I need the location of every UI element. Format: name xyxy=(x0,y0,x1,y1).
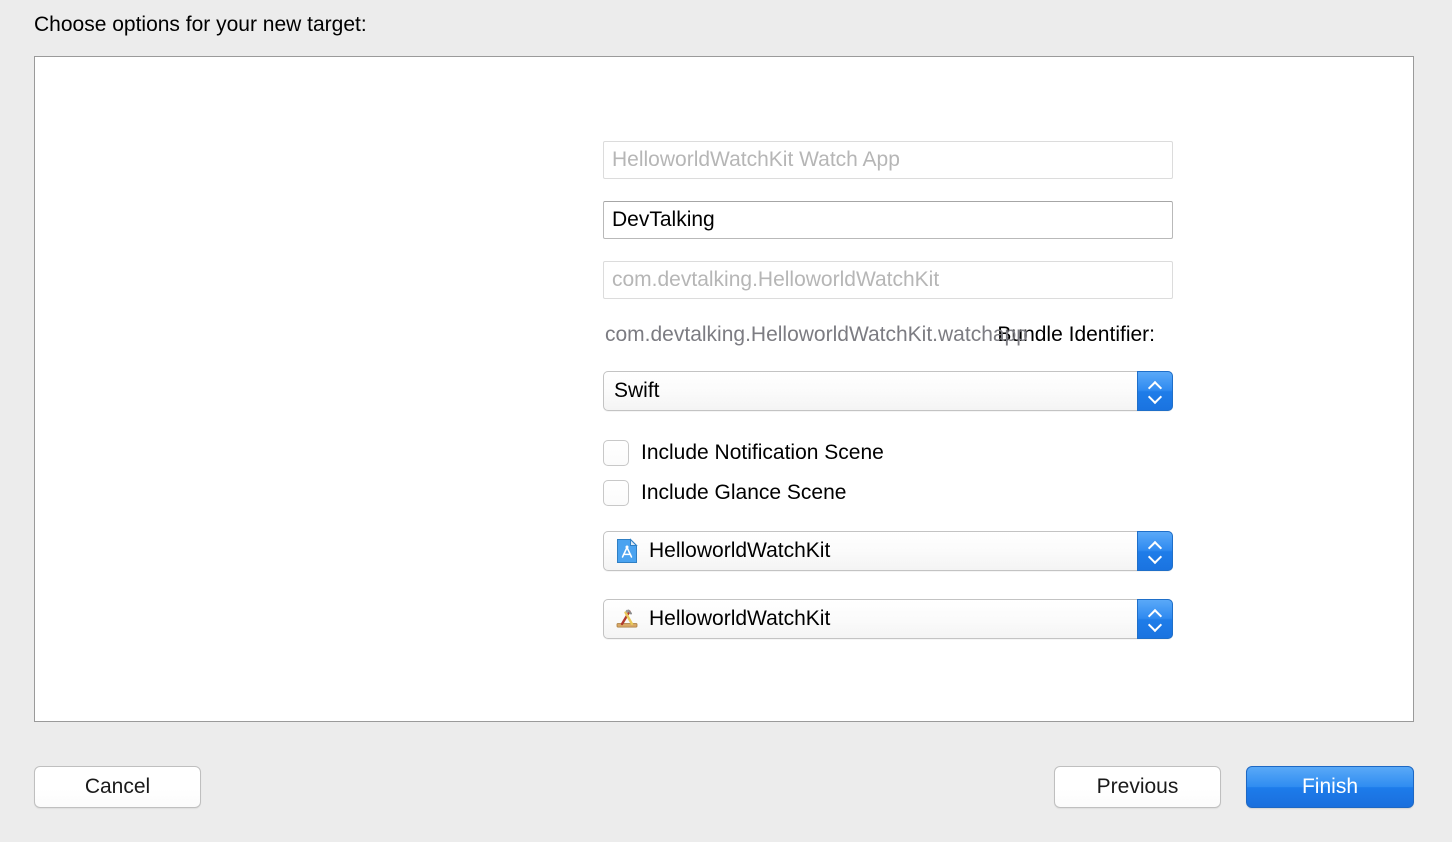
embed-in-application-selected-value: HelloworldWatchKit xyxy=(649,607,831,630)
include-glance-scene-checkbox[interactable] xyxy=(603,480,629,506)
project-stepper-arrows[interactable] xyxy=(1137,531,1173,571)
embed-in-application-select[interactable]: HelloworldWatchKit xyxy=(603,599,1173,639)
project-selected-value: HelloworldWatchKit xyxy=(649,539,831,562)
include-notification-scene-label: Include Notification Scene xyxy=(641,441,884,464)
language-select[interactable]: Swift xyxy=(603,371,1173,411)
chevron-up-icon xyxy=(1149,382,1162,390)
xcode-app-target-icon xyxy=(616,609,638,628)
project-selected-value-wrap: HelloworldWatchKit xyxy=(604,538,830,564)
row-bundle-identifier: Bundle Identifier: com.devtalking.Hellow… xyxy=(35,315,1173,355)
include-glance-scene-label: Include Glance Scene xyxy=(641,481,847,504)
include-glance-scene-row[interactable]: Include Glance Scene xyxy=(603,477,846,509)
embed-selected-value-wrap: HelloworldWatchKit xyxy=(604,606,830,632)
options-panel: Product Name: HelloworldWatchKit Watch A… xyxy=(34,56,1414,722)
language-selected-value: Swift xyxy=(614,379,660,402)
chevron-up-icon xyxy=(1149,610,1162,618)
language-stepper-arrows[interactable] xyxy=(1137,371,1173,411)
previous-button[interactable]: Previous xyxy=(1054,766,1221,808)
row-product-name: Product Name: HelloworldWatchKit Watch A… xyxy=(35,140,1173,180)
project-select[interactable]: HelloworldWatchKit xyxy=(603,531,1173,571)
include-notification-scene-row[interactable]: Include Notification Scene xyxy=(603,437,884,469)
row-organization-name: Organization Name: DevTalking xyxy=(35,200,1173,240)
chevron-down-icon xyxy=(1149,621,1162,629)
organization-name-input[interactable]: DevTalking xyxy=(603,201,1173,239)
embed-stepper-arrows[interactable] xyxy=(1137,599,1173,639)
bundle-identifier-value: com.devtalking.HelloworldWatchKit.watcha… xyxy=(605,323,1028,346)
cancel-button[interactable]: Cancel xyxy=(34,766,201,808)
organization-identifier-input[interactable]: com.devtalking.HelloworldWatchKit xyxy=(603,261,1173,299)
finish-button[interactable]: Finish xyxy=(1246,766,1414,808)
chevron-down-icon xyxy=(1149,393,1162,401)
page-title: Choose options for your new target: xyxy=(34,13,367,36)
include-notification-scene-checkbox[interactable] xyxy=(603,440,629,466)
row-embed-in-application: Embed in Application: HelloworldWatchKit xyxy=(35,599,1173,639)
chevron-up-icon xyxy=(1149,542,1162,550)
row-organization-identifier: Organization Identifier: com.devtalking.… xyxy=(35,260,1173,300)
row-project: Project: HelloworldWatchKit xyxy=(35,531,1173,571)
xcode-project-document-icon xyxy=(617,538,638,563)
product-name-input[interactable]: HelloworldWatchKit Watch App xyxy=(603,141,1173,179)
chevron-down-icon xyxy=(1149,553,1162,561)
row-language: Language: Swift xyxy=(35,371,1173,411)
